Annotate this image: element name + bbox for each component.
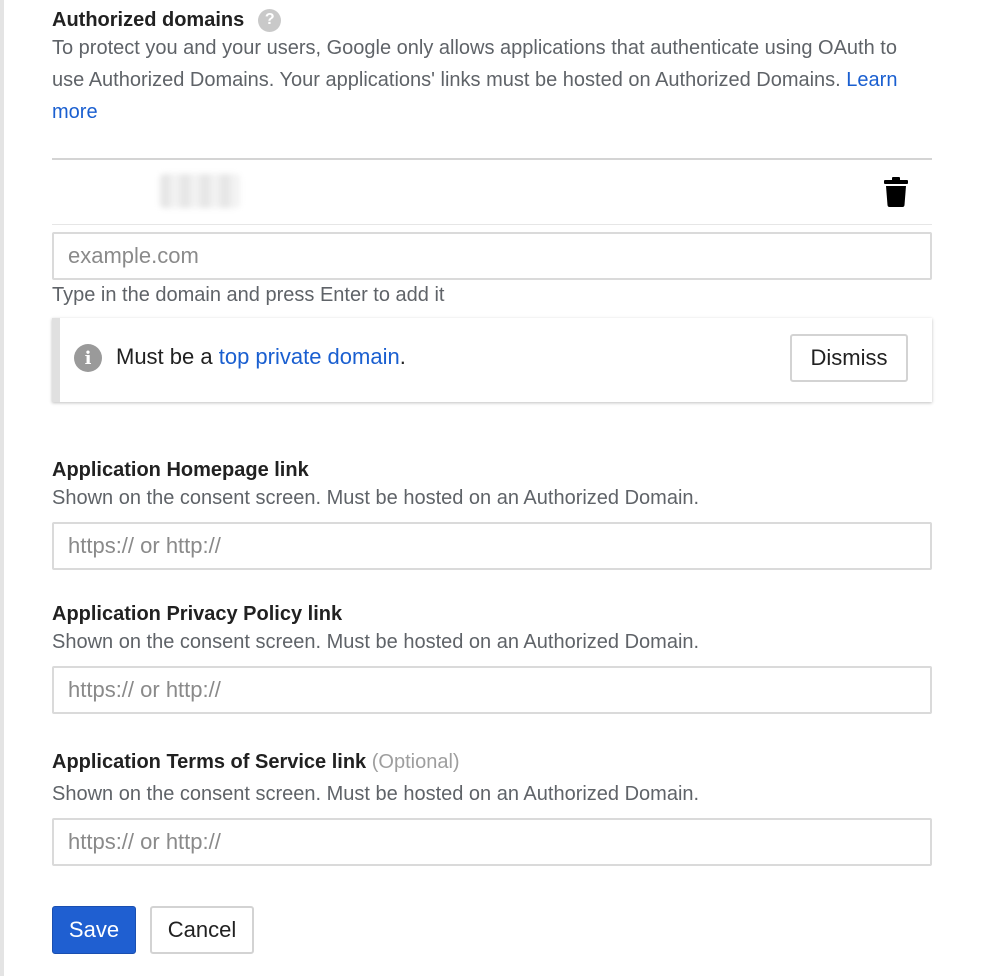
terms-title-text: Application Terms of Service link	[52, 751, 367, 773]
homepage-link-input[interactable]	[52, 522, 932, 570]
privacy-policy-link-title: Application Privacy Policy link	[52, 603, 343, 625]
help-circle-icon[interactable]: ?	[258, 8, 282, 32]
trash-icon[interactable]	[884, 177, 908, 207]
domain-input-hint: Type in the domain and press Enter to ad…	[52, 284, 445, 306]
top-private-domain-link[interactable]: top private domain	[219, 344, 400, 369]
left-border	[0, 0, 4, 976]
terms-of-service-link-title: Application Terms of Service link (Optio…	[52, 751, 460, 774]
homepage-link-title: Application Homepage link	[52, 459, 309, 481]
redacted-domain	[160, 174, 240, 208]
description-text: To protect you and your users, Google on…	[52, 37, 897, 91]
notice-prefix: Must be a	[116, 344, 219, 369]
privacy-policy-link-input[interactable]	[52, 666, 932, 714]
save-button[interactable]: Save	[52, 906, 136, 954]
authorized-domain-input[interactable]	[52, 232, 932, 280]
dismiss-button[interactable]: Dismiss	[790, 334, 908, 382]
notice-message: Must be a top private domain.	[116, 344, 406, 370]
privacy-policy-link-description: Shown on the consent screen. Must be hos…	[52, 631, 700, 653]
homepage-link-description: Shown on the consent screen. Must be hos…	[52, 487, 700, 509]
authorized-domains-heading: Authorized domains ?	[52, 8, 282, 32]
domain-list-item	[52, 158, 932, 225]
optional-label: (Optional)	[371, 751, 460, 773]
authorized-domains-title: Authorized domains	[52, 8, 245, 31]
cancel-button[interactable]: Cancel	[150, 906, 254, 954]
info-icon: i	[74, 344, 102, 372]
terms-of-service-link-input[interactable]	[52, 818, 932, 866]
authorized-domains-description: To protect you and your users, Google on…	[52, 32, 932, 128]
terms-of-service-link-description: Shown on the consent screen. Must be hos…	[52, 783, 700, 805]
validation-notice: i Must be a top private domain. Dismiss	[52, 318, 932, 402]
notice-suffix: .	[399, 344, 406, 369]
